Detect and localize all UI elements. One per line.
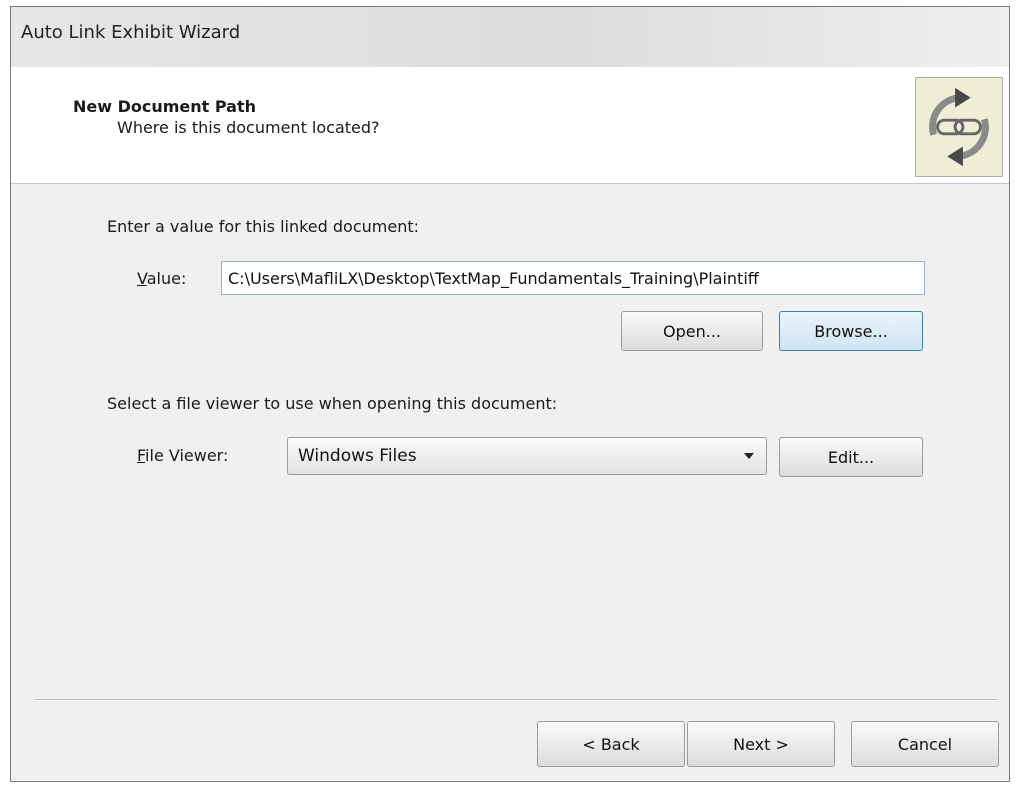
cancel-button[interactable]: Cancel — [851, 721, 999, 767]
next-button[interactable]: Next > — [687, 721, 835, 767]
wizard-window: Auto Link Exhibit Wizard New Document Pa… — [10, 6, 1010, 782]
file-viewer-label: File Viewer: — [137, 446, 228, 465]
viewer-prompt: Select a file viewer to use when opening… — [107, 394, 558, 413]
edit-viewer-button[interactable]: Edit... — [779, 437, 923, 477]
file-viewer-selected-value: Windows Files — [298, 446, 417, 466]
file-viewer-label-mnemonic: F — [137, 446, 146, 465]
value-label: Value: — [137, 269, 186, 288]
value-prompt: Enter a value for this linked document: — [107, 217, 420, 236]
document-path-input[interactable] — [221, 261, 925, 295]
chevron-down-icon[interactable] — [744, 453, 754, 459]
page-subtitle: Where is this document located? — [117, 118, 380, 137]
value-label-mnemonic: V — [137, 269, 147, 288]
open-button[interactable]: Open... — [621, 311, 763, 351]
file-viewer-label-rest: ile Viewer: — [145, 446, 229, 465]
title-bar[interactable]: Auto Link Exhibit Wizard — [11, 7, 1009, 68]
footer-divider — [35, 699, 997, 701]
window-title: Auto Link Exhibit Wizard — [21, 22, 241, 43]
page-title: New Document Path — [73, 97, 257, 116]
value-label-rest: alue: — [146, 269, 187, 288]
wizard-header: New Document Path Where is this document… — [11, 67, 1009, 184]
file-viewer-select[interactable]: Windows Files — [287, 437, 767, 475]
link-chain-refresh-icon — [915, 77, 1003, 177]
browse-button[interactable]: Browse... — [779, 311, 923, 351]
back-button[interactable]: < Back — [537, 721, 685, 767]
